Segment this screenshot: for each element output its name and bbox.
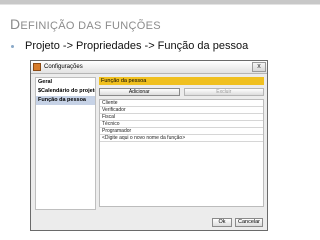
- settings-sidebar: Geral $Calendário do projeto Função da p…: [35, 77, 96, 210]
- new-function-input[interactable]: <Digite aqui o novo nome da função>: [100, 135, 263, 142]
- cancel-button[interactable]: Cancelar: [235, 218, 263, 227]
- sidebar-item-calendario[interactable]: $Calendário do projeto: [36, 87, 95, 96]
- function-panel: Função da pessoa Adicionar Excluir Clien…: [99, 77, 264, 210]
- panel-toolbar: Adicionar Excluir: [99, 88, 264, 96]
- list-item[interactable]: Técnico: [100, 121, 263, 128]
- delete-button[interactable]: Excluir: [183, 88, 264, 96]
- bullet-text: Projeto -> Propriedades -> Função da pes…: [25, 40, 249, 52]
- app-icon: [33, 63, 41, 71]
- bullet-row: Projeto -> Propriedades -> Função da pes…: [11, 40, 248, 52]
- slide-title-rest: EFINIÇÃO DAS FUNÇÕES: [20, 20, 161, 32]
- function-list: Cliente Verificador Fiscal Técnico Progr…: [99, 99, 264, 207]
- slide-title: DEFINIÇÃO DAS FUNÇÕES: [10, 16, 161, 32]
- sidebar-item-geral[interactable]: Geral: [36, 78, 95, 87]
- list-item[interactable]: Verificador: [100, 107, 263, 114]
- bullet-icon: [11, 44, 14, 48]
- settings-dialog: Configurações x Geral $Calendário do pro…: [30, 60, 268, 231]
- ok-button[interactable]: Ok: [212, 218, 232, 227]
- top-accent-line: [0, 4, 320, 5]
- list-item[interactable]: Cliente: [100, 100, 263, 107]
- dialog-titlebar[interactable]: Configurações x: [31, 61, 267, 74]
- close-button[interactable]: x: [252, 62, 266, 72]
- sidebar-item-funcao[interactable]: Função da pessoa: [36, 96, 95, 105]
- add-button[interactable]: Adicionar: [99, 88, 180, 96]
- list-item[interactable]: Programador: [100, 128, 263, 135]
- dialog-title: Configurações: [44, 64, 83, 70]
- slide-title-initial: D: [10, 16, 21, 32]
- list-item[interactable]: Fiscal: [100, 114, 263, 121]
- panel-heading: Função da pessoa: [99, 77, 264, 85]
